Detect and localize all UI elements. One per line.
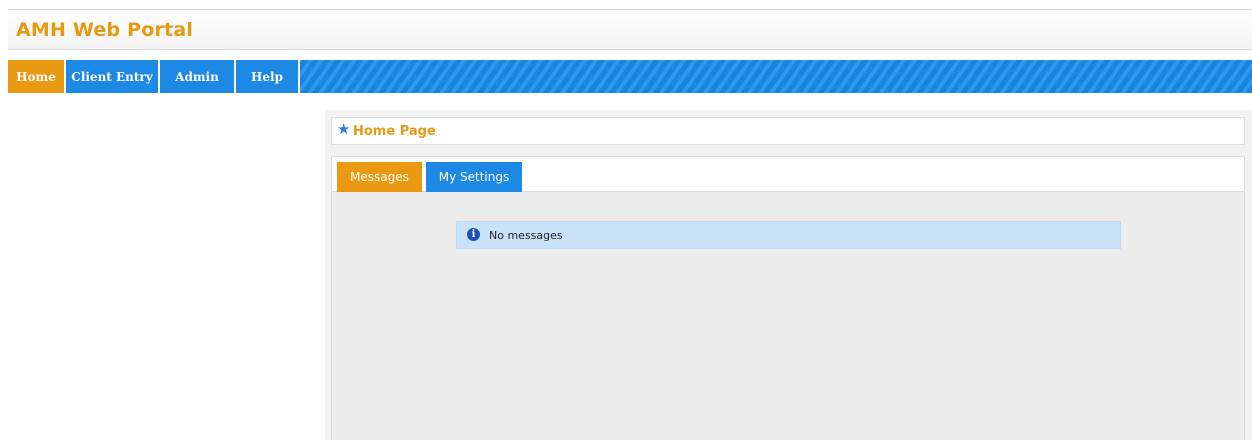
page-title: Home Page <box>353 124 436 139</box>
tab-my-settings[interactable]: My Settings <box>426 162 522 192</box>
nav-item-label: Admin <box>175 69 219 84</box>
tab-label: My Settings <box>438 170 510 184</box>
nav-item-label: Client Entry <box>71 69 153 84</box>
nav-item-client-entry[interactable]: Client Entry <box>66 60 160 93</box>
nav-item-label: Help <box>251 69 283 84</box>
content-area: ★ Home Page Messages My Settings i No me… <box>325 110 1252 440</box>
header-bar: AMH Web Portal <box>8 9 1252 50</box>
nav-item-admin[interactable]: Admin <box>160 60 236 93</box>
tab-panel: Messages My Settings i No messages <box>331 156 1245 440</box>
nav-item-label: Home <box>16 69 56 84</box>
nav-item-home[interactable]: Home <box>8 60 66 93</box>
page: AMH Web Portal Home Client Entry Admin H… <box>0 0 1252 440</box>
tab-label: Messages <box>350 170 409 184</box>
star-icon: ★ <box>337 120 351 138</box>
tab-bar: Messages My Settings <box>332 156 1244 192</box>
info-icon: i <box>467 228 480 241</box>
main-nav: Home Client Entry Admin Help <box>8 60 1252 93</box>
tab-messages[interactable]: Messages <box>337 162 422 192</box>
message-text: No messages <box>489 229 563 242</box>
page-heading: ★ Home Page <box>331 117 1245 145</box>
app-title: AMH Web Portal <box>16 19 194 41</box>
nav-item-help[interactable]: Help <box>236 60 300 93</box>
message-box: i No messages <box>456 221 1121 249</box>
